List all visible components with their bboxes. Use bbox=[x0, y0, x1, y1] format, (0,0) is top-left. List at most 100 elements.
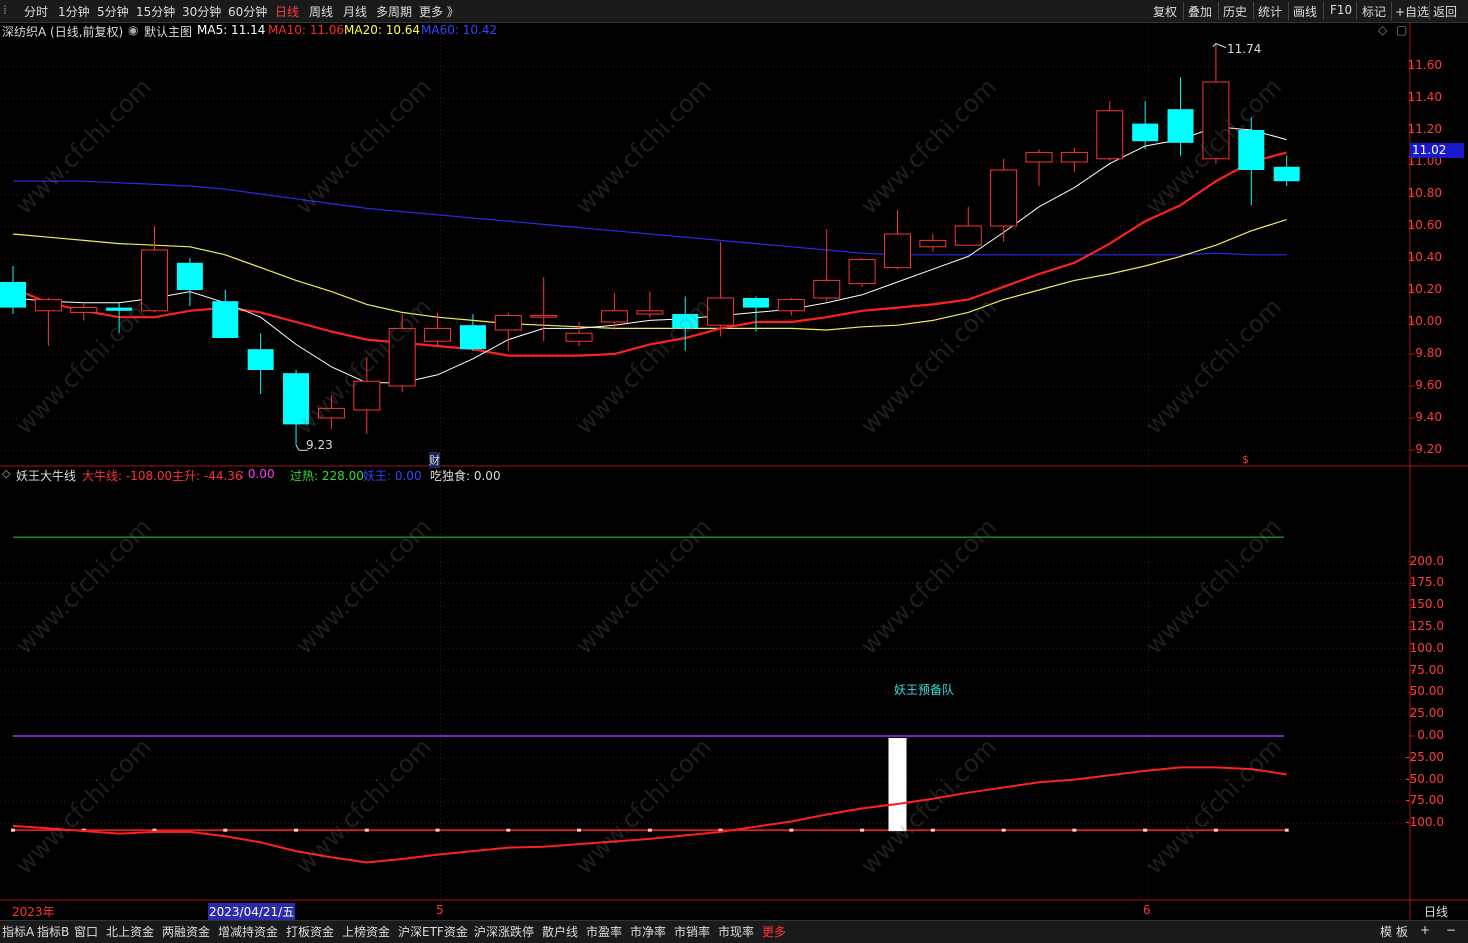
indicator-toggle-icon[interactable]: ◇ bbox=[2, 467, 10, 480]
date-year: 2023年 bbox=[12, 905, 55, 919]
dniu-label: 大牛线: -108.00 bbox=[82, 469, 173, 483]
price-axis-label: 9.60 bbox=[1415, 378, 1442, 392]
date-may: 5 bbox=[436, 903, 444, 917]
candle-body bbox=[1238, 130, 1265, 170]
price-axis-label: 9.40 bbox=[1415, 410, 1442, 424]
price-axis-label: 9.20 bbox=[1415, 442, 1442, 456]
indicator-axis-label: 75.00 bbox=[1409, 662, 1444, 677]
zhusheng-line bbox=[12, 766, 1287, 864]
indicator-axis-label: 125.0 bbox=[1409, 619, 1444, 633]
candle-body bbox=[672, 314, 699, 329]
tab-pcf[interactable]: 市现率 bbox=[718, 923, 754, 940]
candle-body bbox=[1096, 110, 1124, 160]
candle-body bbox=[954, 225, 982, 246]
candle-body bbox=[1060, 151, 1088, 163]
dniu-marker bbox=[577, 828, 582, 832]
chidushi-label: 吃独食: 0.00 bbox=[430, 469, 501, 483]
candle-body bbox=[70, 307, 98, 313]
dniu-marker bbox=[1001, 828, 1006, 832]
price-axis-label: 10.00 bbox=[1407, 314, 1442, 328]
candle-body bbox=[990, 169, 1018, 227]
bottom-tab-bar: 指标A 指标B 窗口 北上资金 两融资金 增减持资金 打板资金 上榜资金 沪深E… bbox=[0, 920, 1468, 943]
candle-body bbox=[141, 249, 169, 312]
date-selected: 2023/04/21/五 bbox=[208, 903, 296, 920]
candle-body bbox=[848, 259, 876, 285]
tab-margin[interactable]: 两融资金 bbox=[162, 923, 210, 940]
zoom-in-button[interactable]: + bbox=[1420, 923, 1430, 937]
zhusheng-label: 主升: -44.36 bbox=[172, 469, 243, 483]
candle-body bbox=[317, 407, 345, 419]
indicator-name[interactable]: 妖王大牛线 bbox=[16, 467, 76, 484]
tab-pe[interactable]: 市盈率 bbox=[586, 923, 622, 940]
dniu-marker bbox=[294, 828, 299, 832]
dniu-marker bbox=[1072, 828, 1077, 832]
signal-bar bbox=[888, 738, 907, 832]
indicator-axis-label: -75.00 bbox=[1405, 793, 1444, 808]
tab-northbound[interactable]: 北上资金 bbox=[106, 923, 154, 940]
period-indicator: 日线 bbox=[1424, 905, 1449, 919]
candle-body bbox=[1273, 166, 1300, 182]
candle-body bbox=[283, 373, 310, 425]
candle-body bbox=[247, 349, 274, 370]
tab-limitup-funds[interactable]: 打板资金 bbox=[286, 923, 334, 940]
tab-retail-line[interactable]: 散户线 bbox=[542, 923, 578, 940]
price-axis-label: 9.80 bbox=[1415, 346, 1442, 360]
candle-body bbox=[600, 310, 628, 323]
candle-body bbox=[34, 299, 62, 312]
indicator-axis-label: -100.0 bbox=[1405, 815, 1444, 830]
current-price-tag: 11.02 bbox=[1410, 143, 1464, 158]
candle-body bbox=[1025, 151, 1053, 163]
indicator-axis-label: -50.00 bbox=[1405, 771, 1444, 786]
finance-marker[interactable]: 财 bbox=[429, 452, 440, 468]
tab-more[interactable]: 更多 bbox=[762, 923, 786, 940]
zhusheng-value: : 0.00 bbox=[240, 467, 275, 481]
indicator-axis-label: 25.00 bbox=[1409, 706, 1444, 721]
candle-body bbox=[1167, 109, 1194, 143]
tab-pb[interactable]: 市净率 bbox=[630, 923, 666, 940]
candle-body bbox=[919, 239, 947, 248]
dniu-marker bbox=[930, 828, 935, 832]
candle-body bbox=[1132, 123, 1159, 142]
template-button-a[interactable]: 模 bbox=[1380, 923, 1392, 940]
candle-body bbox=[0, 282, 26, 308]
tab-window[interactable]: 窗口 bbox=[74, 923, 98, 940]
tab-indicator-a[interactable]: 指标A bbox=[2, 923, 34, 940]
template-button-b[interactable]: 板 bbox=[1396, 923, 1408, 940]
price-axis-label: 10.60 bbox=[1407, 218, 1442, 232]
dniu-marker bbox=[860, 828, 865, 832]
dniu-marker bbox=[364, 828, 369, 832]
dniu-marker bbox=[1284, 828, 1289, 832]
dniu-marker bbox=[223, 828, 228, 832]
dniu-marker bbox=[1213, 828, 1218, 832]
candle-body bbox=[565, 332, 593, 342]
price-axis-label: 10.80 bbox=[1407, 186, 1442, 200]
zoom-out-button[interactable]: − bbox=[1446, 923, 1456, 937]
candle-body bbox=[742, 298, 769, 308]
candle-body bbox=[424, 327, 452, 342]
indicator-signal-text: 妖王预备队 bbox=[894, 683, 955, 697]
tab-ps[interactable]: 市销率 bbox=[674, 923, 710, 940]
dniu-marker bbox=[789, 828, 794, 832]
dniu-marker bbox=[1143, 828, 1148, 832]
guore-label: 过热: 228.00 bbox=[290, 469, 364, 483]
yaowang-label: 妖王: 0.00 bbox=[363, 469, 422, 483]
candle-body bbox=[212, 301, 239, 338]
tab-holdings-change[interactable]: 增减持资金 bbox=[218, 923, 278, 940]
tab-indicator-b[interactable]: 指标B bbox=[37, 923, 69, 940]
candle-body bbox=[636, 310, 664, 315]
high-price-annotation: 11.74 bbox=[1227, 42, 1262, 56]
tab-dragon-tiger[interactable]: 上榜资金 bbox=[342, 923, 390, 940]
price-axis-label: 11.20 bbox=[1407, 122, 1442, 136]
low-price-annotation: 9.23 bbox=[306, 438, 333, 452]
ma10-line bbox=[12, 151, 1287, 357]
tab-limit-updown[interactable]: 沪深涨跌停 bbox=[474, 923, 534, 940]
s-marker[interactable]: $ bbox=[1242, 453, 1249, 466]
tab-etf-funds[interactable]: 沪深ETF资金 bbox=[398, 923, 468, 940]
high-pointer bbox=[1212, 43, 1227, 49]
candle-body bbox=[884, 233, 911, 269]
dniu-marker bbox=[647, 828, 652, 832]
indicator-axis-label: 175.0 bbox=[1409, 575, 1444, 590]
candle-body bbox=[494, 315, 522, 331]
candle-body bbox=[777, 299, 805, 312]
price-axis-label: 10.20 bbox=[1407, 282, 1442, 296]
